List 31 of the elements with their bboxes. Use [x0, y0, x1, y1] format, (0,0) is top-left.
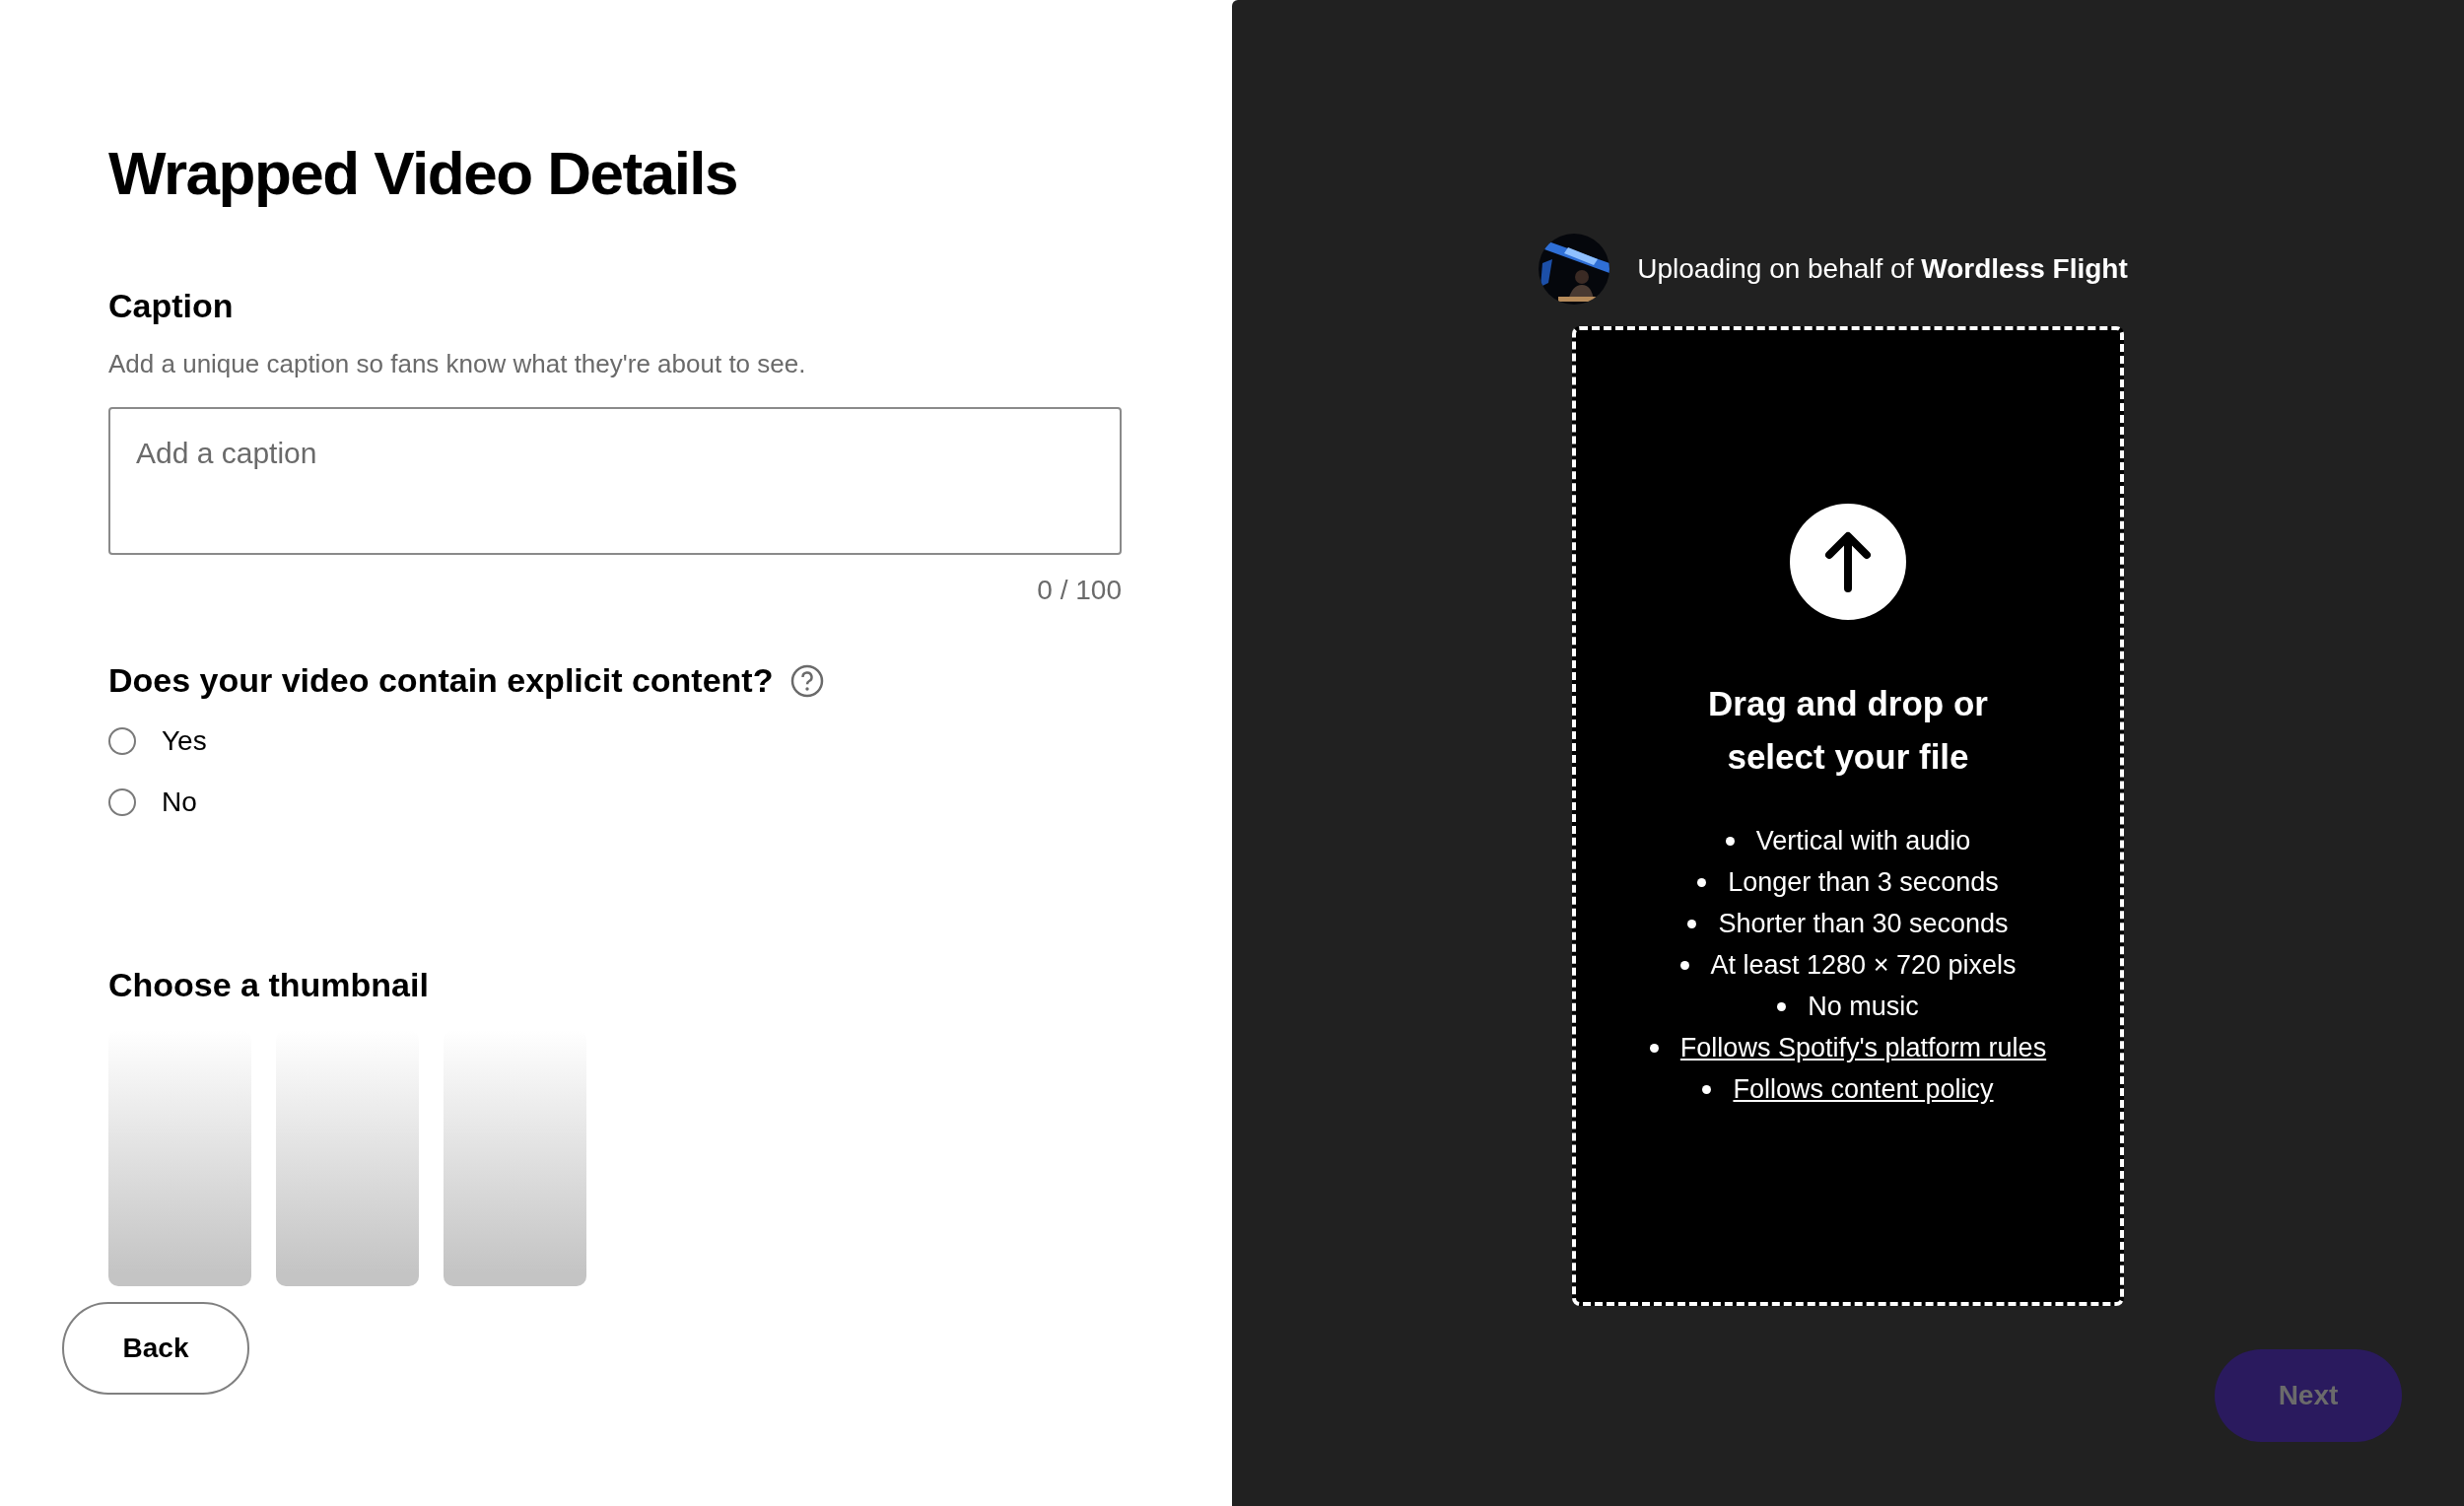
bullet-icon: [1702, 1084, 1712, 1094]
bullet-icon: [1687, 919, 1697, 928]
policy-link[interactable]: Follows Spotify's platform rules: [1679, 1032, 2047, 1063]
question-heading: Does your video contain explicit content?: [108, 661, 774, 700]
requirement-text: Vertical with audio: [1755, 825, 1971, 856]
section-description: Add a unique caption so fans know what they're about to see.: [108, 349, 807, 379]
requirement-text: No music: [1808, 991, 1919, 1022]
upload-icon[interactable]: [1790, 504, 1906, 620]
bullet-icon: [1725, 836, 1735, 846]
radio-option[interactable]: No: [108, 787, 1232, 818]
bullet-icon: [1679, 960, 1689, 970]
section-heading: Caption: [108, 287, 235, 325]
drop-zone[interactable]: Drag and drop or select your file Vertical with audio Longer than 3 seconds Shorter than 30 seconds At least 1280 × 720 pixels No music Follows Spotify's platform rules Follows content policy: [1572, 326, 2124, 1306]
back-button[interactable]: Back: [62, 1302, 249, 1395]
radio-button[interactable]: [108, 727, 136, 755]
drop-heading: Drag and drop or select your file: [1707, 683, 1989, 778]
character-counter: 0 / 100: [1036, 575, 1122, 606]
bullet-icon: [1697, 877, 1707, 887]
help-icon[interactable]: [790, 663, 825, 698]
radio-button[interactable]: [108, 788, 136, 816]
section-heading: Choose a thumbnail: [108, 966, 430, 1004]
radio-option[interactable]: Yes: [108, 725, 1232, 757]
requirement-text: Longer than 3 seconds: [1728, 866, 1999, 898]
bullet-icon: [1777, 1001, 1787, 1011]
uploader-text: Uploading on behalf of Wordless Flight: [1637, 253, 2128, 285]
requirement-text: Shorter than 30 seconds: [1718, 908, 2009, 939]
page-title: Wrapped Video Details: [108, 138, 739, 208]
policy-link[interactable]: Follows content policy: [1733, 1073, 1994, 1105]
requirement-text: At least 1280 × 720 pixels: [1710, 949, 2017, 981]
bullet-icon: [1649, 1043, 1659, 1053]
caption-field[interactable]: Add a caption: [108, 407, 1122, 555]
